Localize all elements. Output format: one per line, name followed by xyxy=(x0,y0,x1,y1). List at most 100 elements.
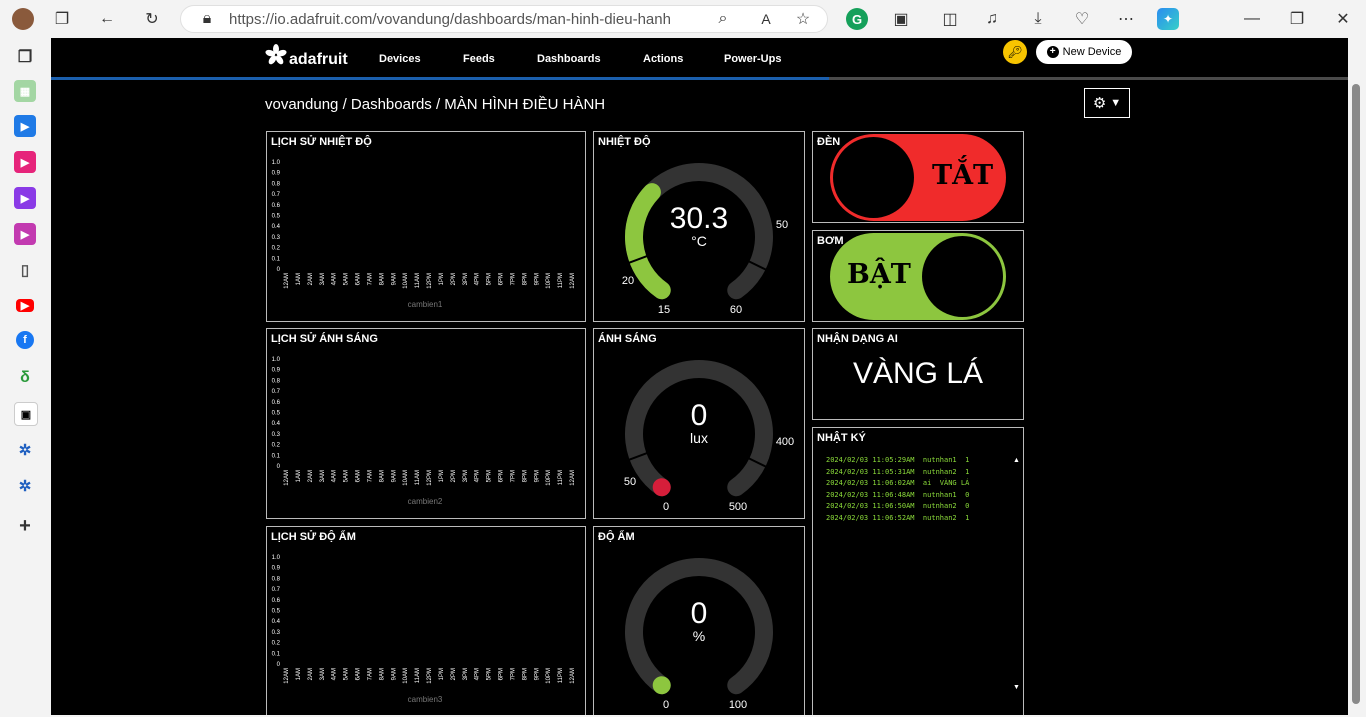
play-icon[interactable]: ▶ xyxy=(14,187,36,209)
log-line: 2024/02/03 11:06:52AM nutnhan2 1 xyxy=(826,514,970,522)
page-icon[interactable]: ▯ xyxy=(14,259,36,281)
nav-feeds[interactable]: Feeds xyxy=(463,53,495,65)
temp-gauge-block[interactable]: NHIỆT ĐỘ 30.3 °C 15 60 20 50 xyxy=(593,131,805,322)
toggle-knob[interactable] xyxy=(922,236,1003,317)
x-tick-label: 12AM xyxy=(284,668,290,684)
light-gauge-block[interactable]: ÁNH SÁNG 0 lux 0 500 50 400 xyxy=(593,328,805,519)
gear-icon: ⚙ xyxy=(1092,95,1107,112)
refresh-icon[interactable]: ↻ xyxy=(142,9,162,29)
x-tick-label: 7PM xyxy=(510,668,516,680)
extension-robot-icon[interactable]: ▣ xyxy=(891,9,911,29)
log-line: 2024/02/03 11:06:48AM nutnhan1 0 xyxy=(826,491,970,499)
app-icon[interactable]: δ xyxy=(14,367,36,389)
log-block[interactable]: NHẬT KÝ 2024/02/03 11:05:29AM nutnhan1 1… xyxy=(812,427,1024,715)
read-aloud-icon[interactable]: A xyxy=(756,9,776,29)
light-history-block[interactable]: LỊCH SỬ ÁNH SÁNG 0 0.1 0.2 0.3 0.4 0.5 0.6 0.7 0… xyxy=(266,328,586,519)
x-tick-label: 4PM xyxy=(475,668,481,680)
dashboard-settings-button[interactable]: ⚙ ▼ xyxy=(1084,88,1130,118)
profile-avatar[interactable] xyxy=(12,8,34,30)
favorite-star-icon[interactable]: ☆ xyxy=(793,9,813,29)
browser-essentials-icon[interactable]: ♡ xyxy=(1072,9,1092,29)
gauge-max: 60 xyxy=(730,304,742,316)
gauge-unit: °C xyxy=(691,233,707,249)
play-icon[interactable]: ▶ xyxy=(14,223,36,245)
bom-toggle-switch[interactable]: BẬT xyxy=(830,233,1006,320)
humid-gauge-block[interactable]: ĐỘ ẨM 0 % 0 100 xyxy=(593,526,805,715)
humid-history-block[interactable]: LỊCH SỬ ĐỘ ẨM 0 0.1 0.2 0.3 0.4 0.5 0.6 0.7 0.8 0… xyxy=(266,526,586,715)
back-icon[interactable]: ← xyxy=(97,9,117,29)
add-icon[interactable]: + xyxy=(14,515,36,537)
x-tick-label: 5PM xyxy=(487,273,493,285)
gauge-max: 100 xyxy=(729,699,747,711)
scroll-thumb[interactable] xyxy=(1352,84,1360,704)
series-label: cambien1 xyxy=(408,300,443,309)
sheets-icon[interactable]: ▦ xyxy=(14,80,36,102)
gauge-high: 400 xyxy=(776,436,794,448)
y-tick-label: 0.1 xyxy=(272,256,281,262)
network-icon[interactable]: ✲ xyxy=(14,439,36,461)
new-device-button[interactable]: + New Device xyxy=(1036,40,1132,64)
block-title: ĐÈN xyxy=(817,136,841,148)
y-tick-label: 0.7 xyxy=(272,192,281,198)
nav-dashboards[interactable]: Dashboards xyxy=(537,53,601,65)
x-tick-label: 6AM xyxy=(356,273,362,285)
facebook-icon[interactable]: f xyxy=(16,331,34,349)
x-tick-label: 7AM xyxy=(367,273,373,285)
play-icon[interactable]: ▶ xyxy=(14,115,36,137)
minimize-icon[interactable]: — xyxy=(1242,9,1262,29)
zoom-icon[interactable]: ⌕ xyxy=(713,9,733,29)
ai-detection-block[interactable]: NHẬN DẠNG AI VÀNG LÁ xyxy=(812,328,1024,420)
key-button[interactable]: 🔑︎ xyxy=(1003,40,1027,64)
temp-history-block[interactable]: LỊCH SỬ NHIỆT ĐỘ 0 0.1 0.2 0.3 0.4 0.5 0.6 0.7 0… xyxy=(266,131,586,322)
x-tick-label: 10PM xyxy=(546,470,552,486)
grammarly-icon[interactable]: G xyxy=(846,8,868,30)
tabs-icon[interactable]: ❐ xyxy=(14,46,36,68)
gauge-unit: lux xyxy=(690,430,708,446)
address-bar[interactable]: 🔒︎ https://io.adafruit.com/vovandung/das… xyxy=(180,5,828,33)
nav-power-ups[interactable]: Power-Ups xyxy=(724,53,781,65)
x-tick-label: 9AM xyxy=(391,470,397,482)
nav-actions[interactable]: Actions xyxy=(643,53,683,65)
x-tick-label: 1PM xyxy=(439,470,445,482)
x-tick-label: 10PM xyxy=(546,273,552,289)
x-tick-label: 11AM xyxy=(415,273,421,288)
nav-devices[interactable]: Devices xyxy=(379,53,421,65)
close-icon[interactable]: ✕ xyxy=(1333,9,1353,29)
page-scrollbar[interactable] xyxy=(1348,38,1366,717)
downloads-icon[interactable]: ⤓ xyxy=(1028,9,1048,29)
network-icon[interactable]: ✲ xyxy=(14,475,36,497)
adafruit-flower-icon xyxy=(265,44,287,65)
den-toggle-block[interactable]: ĐÈN TẮT xyxy=(812,131,1024,223)
breadcrumb: vovandung / Dashboards / MÀN HÌNH ĐIỀU H… xyxy=(265,96,606,113)
restore-icon[interactable]: ❐ xyxy=(1287,9,1307,29)
gauge-value: 30.3 xyxy=(670,202,728,235)
bom-toggle-block[interactable]: BƠM BẬT xyxy=(812,230,1024,322)
x-tick-label: 12AM xyxy=(570,470,576,486)
x-tick-label: 12AM xyxy=(284,470,290,486)
x-tick-label: 7AM xyxy=(367,470,373,482)
split-screen-icon[interactable]: ◫ xyxy=(940,9,960,29)
x-tick-label: 10PM xyxy=(546,668,552,684)
more-icon[interactable]: ⋯ xyxy=(1116,9,1136,29)
y-tick-label: 0.6 xyxy=(272,598,281,604)
workspaces-icon[interactable]: ❐ xyxy=(52,9,72,29)
scroll-down-icon[interactable]: ▼ xyxy=(1013,684,1020,691)
image-icon[interactable]: ▣ xyxy=(14,402,38,426)
music-icon[interactable]: ♫ xyxy=(982,9,1002,29)
x-tick-label: 5AM xyxy=(344,273,350,285)
light-gauge: 0 lux 0 500 50 400 xyxy=(624,360,794,513)
den-toggle-switch[interactable]: TẮT xyxy=(830,134,1006,221)
lock-icon[interactable]: 🔒︎ xyxy=(197,9,217,29)
copilot-icon[interactable]: ✦ xyxy=(1157,8,1179,30)
y-tick-label: 0.3 xyxy=(272,432,281,438)
youtube-icon[interactable]: ▶ xyxy=(16,299,34,312)
scroll-up-icon[interactable]: ▲ xyxy=(1013,457,1020,464)
series-label: cambien3 xyxy=(408,695,443,704)
toggle-label: TẮT xyxy=(932,160,994,191)
x-tick-label: 7AM xyxy=(367,668,373,680)
play-icon[interactable]: ▶ xyxy=(14,151,36,173)
adafruit-logo[interactable]: adafruit xyxy=(265,41,348,69)
toggle-knob[interactable] xyxy=(833,137,914,218)
x-tick-label: 2PM xyxy=(451,668,457,680)
y-tick-label: 0.3 xyxy=(272,630,281,636)
